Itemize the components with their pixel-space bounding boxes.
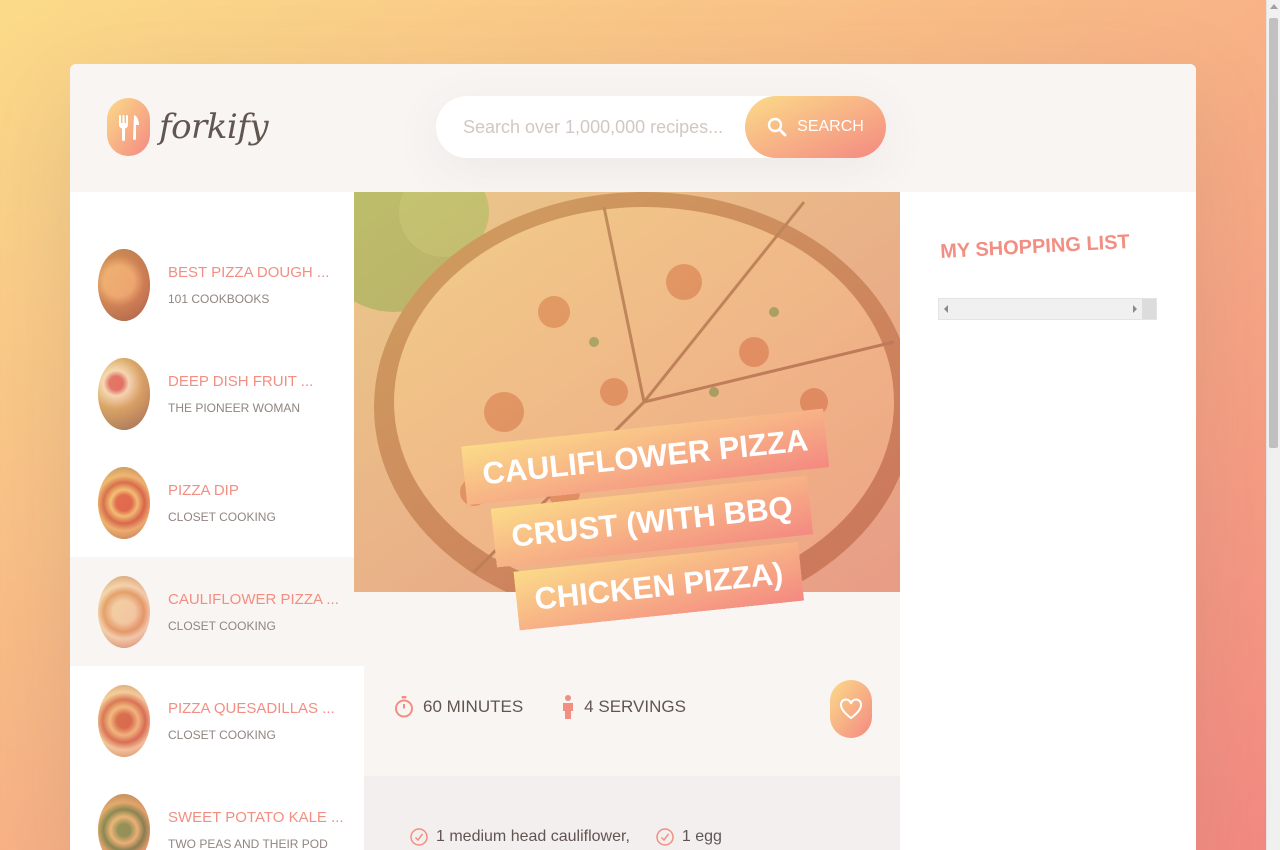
result-title: PIZZA DIP <box>168 481 239 499</box>
result-author: CLOSET COOKING <box>168 727 276 742</box>
recipe-ingredients: 1 medium head cauliflower, 1 egg <box>364 776 900 850</box>
result-author: 101 COOKBOOKS <box>168 291 270 306</box>
person-icon <box>563 695 574 719</box>
bookmark-button[interactable] <box>830 680 872 738</box>
result-title: BEST PIZZA DOUGH ... <box>168 263 330 281</box>
result-item[interactable]: PIZZA QUESADILLAS ... CLOSET COOKING <box>70 666 364 775</box>
shopping-list-title: MY SHOPPING LIST <box>939 231 1131 263</box>
recipe-servings-value: 4 <box>584 697 594 716</box>
result-item[interactable]: BEST PIZZA DOUGH ... 101 COOKBOOKS <box>70 230 364 339</box>
search-button-label: SEARCH <box>797 118 864 135</box>
scroll-left-arrow[interactable] <box>944 305 948 313</box>
recipe-details: 60 MINUTES 4 SERVINGS <box>364 662 900 752</box>
results-list: BEST PIZZA DOUGH ... 101 COOKBOOKS DEEP … <box>70 192 364 850</box>
ingredient-item: 1 medium head cauliflower, <box>410 828 630 846</box>
search-icon <box>767 117 787 137</box>
result-thumbnail <box>98 793 150 850</box>
result-author: CLOSET COOKING <box>168 509 276 524</box>
result-title: PIZZA QUESADILLAS ... <box>168 699 335 717</box>
fork-knife-icon <box>107 98 150 156</box>
result-thumbnail <box>98 248 150 321</box>
check-circle-icon <box>656 828 674 846</box>
page-scrollbar[interactable] <box>1266 0 1280 850</box>
search-input[interactable] <box>436 96 745 158</box>
result-author: TWO PEAS AND THEIR POD <box>168 836 328 850</box>
result-thumbnail <box>98 575 150 648</box>
recipe-servings-unit: SERVINGS <box>598 697 686 716</box>
result-thumbnail <box>98 684 150 757</box>
recipe-time: 60 MINUTES <box>394 696 523 718</box>
scroll-up-arrow[interactable] <box>1270 4 1278 9</box>
scroll-corner <box>1142 299 1156 319</box>
result-title: SWEET POTATO KALE ... <box>168 808 344 826</box>
brand-name: forkify <box>159 107 269 147</box>
result-thumbnail <box>98 466 150 539</box>
logo[interactable]: forkify <box>107 98 269 156</box>
recipe-time-unit: MINUTES <box>446 697 524 716</box>
result-item[interactable]: SWEET POTATO KALE ... TWO PEAS AND THEIR… <box>70 775 364 850</box>
ingredient-text: 1 egg <box>681 828 722 845</box>
recipe-title-text: CAULIFLOWER PIZZA CRUST (WITH BBQ CHICKE… <box>461 408 829 631</box>
ingredient-item: 1 egg <box>656 828 722 846</box>
result-item[interactable]: CAULIFLOWER PIZZA ... CLOSET COOKING <box>70 557 364 666</box>
result-author: CLOSET COOKING <box>168 618 276 633</box>
recipe-servings-text: 4 SERVINGS <box>584 697 686 717</box>
stopwatch-icon <box>395 696 413 718</box>
result-item[interactable]: DEEP DISH FRUIT ... THE PIONEER WOMAN <box>70 339 364 448</box>
shopping-list: MY SHOPPING LIST <box>900 192 1196 850</box>
app-container: forkify SEARCH BEST PIZZA DOUGH ... 101 … <box>70 64 1196 850</box>
search-form: SEARCH <box>436 96 886 158</box>
recipe-servings: 4 SERVINGS <box>561 695 686 719</box>
check-circle-icon <box>410 828 428 846</box>
header: forkify SEARCH <box>70 64 1196 192</box>
result-author: THE PIONEER WOMAN <box>168 400 301 415</box>
result-item[interactable]: PIZZA DIP CLOSET COOKING <box>70 448 364 557</box>
scroll-thumb[interactable] <box>1269 18 1278 448</box>
result-title: DEEP DISH FRUIT ... <box>168 372 314 390</box>
recipe: CAULIFLOWER PIZZA CRUST (WITH BBQ CHICKE… <box>354 192 911 850</box>
recipe-figure: CAULIFLOWER PIZZA CRUST (WITH BBQ CHICKE… <box>354 192 911 631</box>
shopping-list-scrollbar[interactable] <box>938 298 1157 320</box>
search-button[interactable]: SEARCH <box>745 96 886 158</box>
recipe-time-text: 60 MINUTES <box>423 697 523 717</box>
result-title: CAULIFLOWER PIZZA ... <box>168 590 339 608</box>
recipe-title: CAULIFLOWER PIZZA CRUST (WITH BBQ CHICKE… <box>443 404 861 640</box>
result-thumbnail <box>98 357 150 430</box>
scroll-right-arrow[interactable] <box>1133 305 1137 313</box>
ingredient-list: 1 medium head cauliflower, 1 egg <box>410 828 854 846</box>
heart-icon <box>840 698 862 720</box>
ingredient-text: 1 medium head cauliflower, <box>436 828 630 845</box>
recipe-time-value: 60 <box>423 697 442 716</box>
